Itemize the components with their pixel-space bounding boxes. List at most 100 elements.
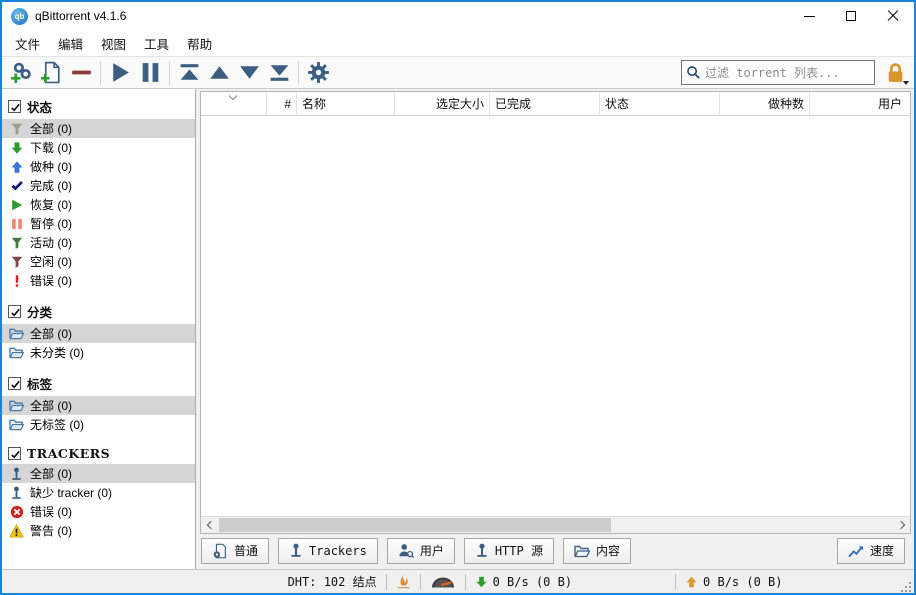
tab-content[interactable]: 内容 — [563, 538, 631, 564]
window-title: qBittorrent v4.1.6 — [35, 9, 126, 23]
trackers-section-header: TRACKERS — [2, 443, 195, 464]
section-title: TRACKERS — [27, 446, 110, 461]
pause-button[interactable] — [135, 59, 165, 87]
scrollbar-track[interactable] — [218, 517, 893, 533]
move-bottom-button[interactable] — [264, 59, 294, 87]
sidebar-item-trackers-all[interactable]: 全部 (0) — [2, 464, 195, 483]
tracker-antenna-icon — [9, 485, 24, 500]
categories-section-header: 分类 — [2, 299, 195, 324]
search-input[interactable] — [705, 66, 870, 80]
sidebar-item-seeding[interactable]: 做种 (0) — [2, 157, 195, 176]
resize-grip[interactable] — [899, 580, 912, 593]
tab-http-sources[interactable]: HTTP 源 — [464, 538, 554, 564]
download-speed-group: 0 B/s (0 B) — [475, 575, 572, 589]
toolbar-separator — [100, 61, 101, 85]
warning-triangle-icon — [9, 523, 24, 538]
sidebar-item-status-all[interactable]: 全部 (0) — [2, 119, 195, 138]
status-checkbox[interactable] — [8, 100, 21, 113]
move-top-button[interactable] — [174, 59, 204, 87]
sidebar-item-label: 错误 (0) — [30, 503, 72, 520]
sidebar-item-completed[interactable]: 完成 (0) — [2, 176, 195, 195]
torrent-table-header: # 名称 选定大小 已完成 状态 做种数 用户 — [201, 92, 910, 116]
alt-speed-toggle[interactable] — [430, 575, 456, 589]
torrent-filter-searchbox — [681, 60, 875, 85]
chain-plus-icon — [9, 60, 34, 85]
sidebar-item-tracker-error[interactable]: 错误 (0) — [2, 502, 195, 521]
move-up-button[interactable] — [204, 59, 234, 87]
sidebar-item-label: 活动 (0) — [30, 234, 72, 251]
bottom-tab-strip: 普通 Trackers 用户 — [200, 534, 911, 569]
sidebar-item-label: 下载 (0) — [30, 139, 72, 156]
trackers-checkbox[interactable] — [8, 447, 21, 460]
sidebar-item-trackerless[interactable]: 缺少 tracker (0) — [2, 483, 195, 502]
minimize-button[interactable] — [788, 2, 830, 30]
menu-tools[interactable]: 工具 — [135, 30, 178, 57]
menu-file[interactable]: 文件 — [6, 30, 49, 57]
maximize-button[interactable] — [830, 2, 872, 30]
statusbar-separator — [675, 574, 676, 590]
status-bar: DHT: 102 结点 0 B/s (0 B) — [2, 569, 914, 593]
tab-general[interactable]: 普通 — [201, 538, 269, 564]
page-gear-icon — [212, 543, 228, 559]
funnel-icon — [9, 121, 24, 136]
close-button[interactable] — [872, 2, 914, 30]
tab-trackers[interactable]: Trackers — [278, 538, 378, 564]
sidebar-item-tag-all[interactable]: 全部 (0) — [2, 396, 195, 415]
categories-checkbox[interactable] — [8, 305, 21, 318]
tracker-antenna-icon — [289, 543, 303, 558]
column-label: 选定大小 — [436, 95, 484, 112]
scroll-left-button[interactable] — [201, 517, 218, 533]
tracker-antenna-icon — [9, 466, 24, 481]
column-header-number[interactable]: # — [267, 92, 297, 115]
sidebar-item-active[interactable]: 活动 (0) — [2, 233, 195, 252]
torrent-list-empty-area[interactable] — [201, 116, 910, 516]
resume-button[interactable] — [105, 59, 135, 87]
sidebar-item-uncategorized[interactable]: 未分类 (0) — [2, 343, 195, 362]
statusbar-separator — [420, 574, 421, 590]
lock-button[interactable] — [882, 60, 908, 86]
menu-view[interactable]: 视图 — [92, 30, 135, 57]
play-icon — [9, 197, 24, 212]
download-arrow-icon — [9, 140, 24, 155]
sidebar-item-label: 全部 (0) — [30, 120, 72, 137]
scrollbar-thumb[interactable] — [219, 518, 611, 532]
section-title: 标签 — [27, 374, 52, 393]
scroll-right-button[interactable] — [893, 517, 910, 533]
column-header-peers[interactable]: 用户 — [810, 92, 910, 115]
sidebar-item-paused[interactable]: 暂停 (0) — [2, 214, 195, 233]
sidebar-item-inactive[interactable]: 空闲 (0) — [2, 252, 195, 271]
options-button[interactable] — [303, 59, 333, 87]
sidebar-item-label: 完成 (0) — [30, 177, 72, 194]
menu-edit[interactable]: 编辑 — [49, 30, 92, 57]
title-bar: qb qBittorrent v4.1.6 — [2, 2, 914, 30]
column-header-seeds[interactable]: 做种数 — [720, 92, 810, 115]
add-torrent-file-button[interactable] — [36, 59, 66, 87]
menu-help[interactable]: 帮助 — [178, 30, 221, 57]
tab-speed[interactable]: 速度 — [837, 538, 905, 564]
sidebar-item-errored[interactable]: 错误 (0) — [2, 271, 195, 290]
upload-arrow-icon — [685, 575, 698, 589]
sidebar-item-downloading[interactable]: 下载 (0) — [2, 138, 195, 157]
sidebar-item-tracker-warning[interactable]: 警告 (0) — [2, 521, 195, 540]
column-header-name[interactable]: 名称 — [297, 92, 395, 115]
tab-peers[interactable]: 用户 — [387, 538, 455, 564]
column-header-selected-size[interactable]: 选定大小 — [395, 92, 490, 115]
tags-checkbox[interactable] — [8, 377, 21, 390]
column-header-completed[interactable]: 已完成 — [490, 92, 600, 115]
sidebar-item-label: 全部 (0) — [30, 397, 72, 414]
column-header-status[interactable]: 状态 — [600, 92, 720, 115]
sidebar-item-category-all[interactable]: 全部 (0) — [2, 324, 195, 343]
upload-rate-text: 0 B/s (0 B) — [703, 575, 782, 589]
menu-bar: 文件 编辑 视图 工具 帮助 — [2, 30, 914, 56]
move-down-button[interactable] — [234, 59, 264, 87]
sidebar-item-untagged[interactable]: 无标签 (0) — [2, 415, 195, 434]
play-icon — [108, 60, 133, 85]
delete-button[interactable] — [66, 59, 96, 87]
file-plus-icon — [39, 60, 64, 85]
filter-sidebar: 状态 全部 (0) 下载 (0) 做种 (0) 完成 (0) — [2, 89, 196, 569]
add-torrent-link-button[interactable] — [6, 59, 36, 87]
sidebar-item-resumed[interactable]: 恢复 (0) — [2, 195, 195, 214]
column-header-status-icon[interactable] — [201, 92, 267, 115]
triangle-top-bar-icon — [177, 60, 202, 85]
triangle-bottom-bar-icon — [267, 60, 292, 85]
